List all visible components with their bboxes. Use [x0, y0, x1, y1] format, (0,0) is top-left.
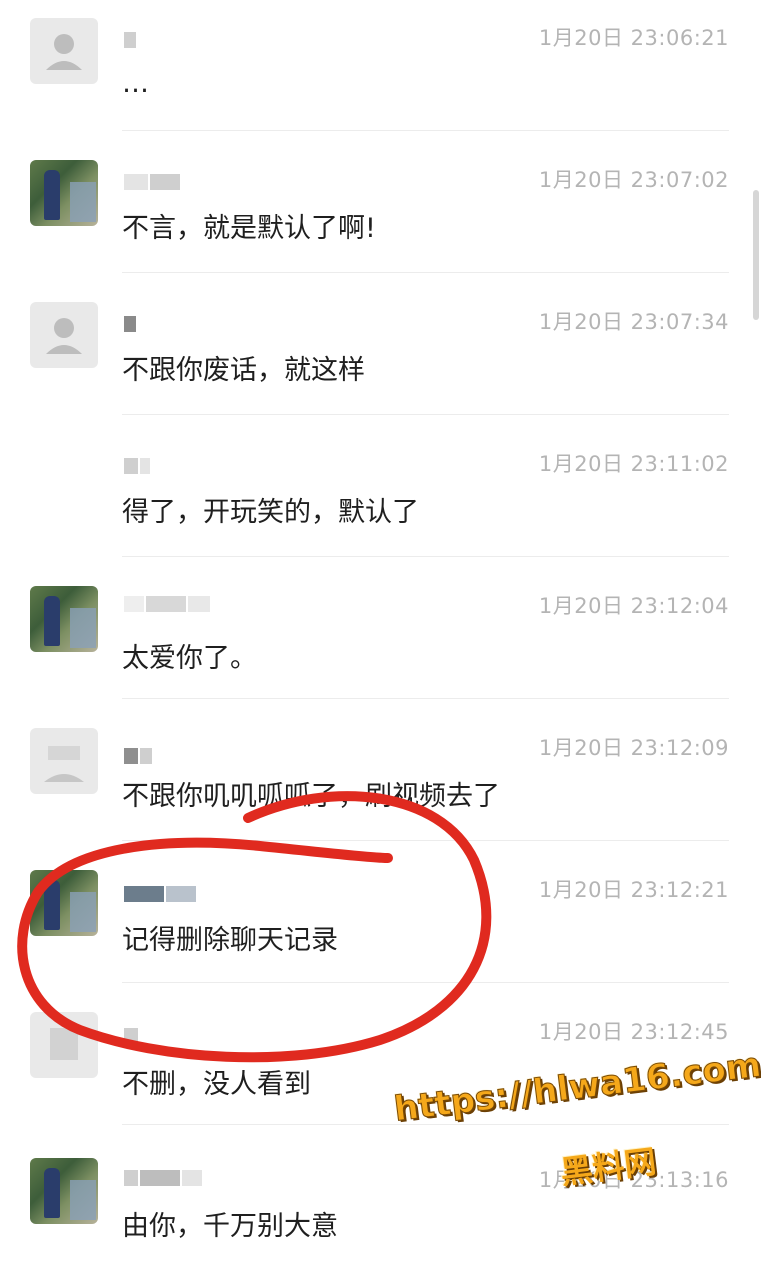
- message-time: 1月20日 23:07:34: [538, 310, 729, 334]
- message-text: 由你，千万别大意: [122, 1211, 338, 1242]
- list-item[interactable]: 1月20日 23:11:02 得了，开玩笑的，默认了: [0, 426, 761, 568]
- sender-name-blurred: [124, 886, 198, 902]
- list-item[interactable]: 1月20日 23:07:02 不言，就是默认了啊!: [0, 142, 761, 284]
- message-text: 记得删除聊天记录: [122, 925, 338, 956]
- avatar[interactable]: [30, 160, 98, 226]
- message-time: 1月20日 23:06:21: [538, 26, 729, 50]
- divider: [122, 698, 729, 699]
- person-icon: [46, 34, 82, 70]
- watermark-site: 黑料网: [558, 1142, 659, 1192]
- list-item[interactable]: 1月20日 23:12:21 记得删除聊天记录: [0, 852, 761, 994]
- divider: [122, 556, 729, 557]
- message-text: 不跟你废话，就这样: [122, 355, 365, 386]
- scrollbar[interactable]: [753, 190, 759, 320]
- avatar[interactable]: [30, 1012, 98, 1078]
- list-item[interactable]: 1月20日 23:12:09 不跟你叽叽呱呱了，刷视频去了: [0, 710, 761, 852]
- avatar[interactable]: [30, 870, 98, 936]
- person-icon: [50, 1028, 78, 1060]
- sender-name-blurred: [124, 1028, 140, 1044]
- message-time: 1月20日 23:12:09: [538, 736, 729, 760]
- message-time: 1月20日 23:11:02: [538, 452, 729, 476]
- person-icon: [44, 746, 84, 782]
- watermark: https://hlwa16.com 黑料网: [392, 1045, 761, 1200]
- list-item[interactable]: 1月20日 23:06:21 …: [0, 0, 761, 142]
- message-time: 1月20日 23:12:21: [538, 878, 729, 902]
- sender-name-blurred: [124, 32, 138, 48]
- divider: [122, 272, 729, 273]
- list-item[interactable]: 1月20日 23:12:04 太爱你了。: [0, 568, 761, 710]
- message-text: 太爱你了。: [122, 643, 257, 674]
- sender-name-blurred: [124, 596, 212, 612]
- message-text: 不言，就是默认了啊!: [122, 213, 376, 244]
- sender-name-blurred: [124, 316, 138, 332]
- avatar[interactable]: [30, 586, 98, 652]
- person-icon: [46, 318, 82, 354]
- message-text: …: [122, 68, 149, 99]
- sender-name-blurred: [124, 174, 182, 190]
- message-text: 得了，开玩笑的，默认了: [122, 497, 419, 528]
- message-time: 1月20日 23:12:04: [538, 594, 729, 618]
- avatar[interactable]: [30, 1158, 98, 1224]
- list-item[interactable]: 1月20日 23:07:34 不跟你废话，就这样: [0, 284, 761, 426]
- avatar[interactable]: [30, 302, 98, 368]
- message-time: 1月20日 23:12:45: [538, 1020, 729, 1044]
- message-time: 1月20日 23:07:02: [538, 168, 729, 192]
- sender-name-blurred: [124, 1170, 204, 1186]
- divider: [122, 414, 729, 415]
- divider: [122, 130, 729, 131]
- sender-name-blurred: [124, 458, 152, 474]
- divider: [122, 840, 729, 841]
- message-text: 不跟你叽叽呱呱了，刷视频去了: [122, 781, 500, 812]
- avatar[interactable]: [30, 728, 98, 794]
- message-text: 不删，没人看到: [122, 1069, 311, 1100]
- divider: [122, 982, 729, 983]
- avatar[interactable]: [30, 18, 98, 84]
- sender-name-blurred: [124, 748, 154, 764]
